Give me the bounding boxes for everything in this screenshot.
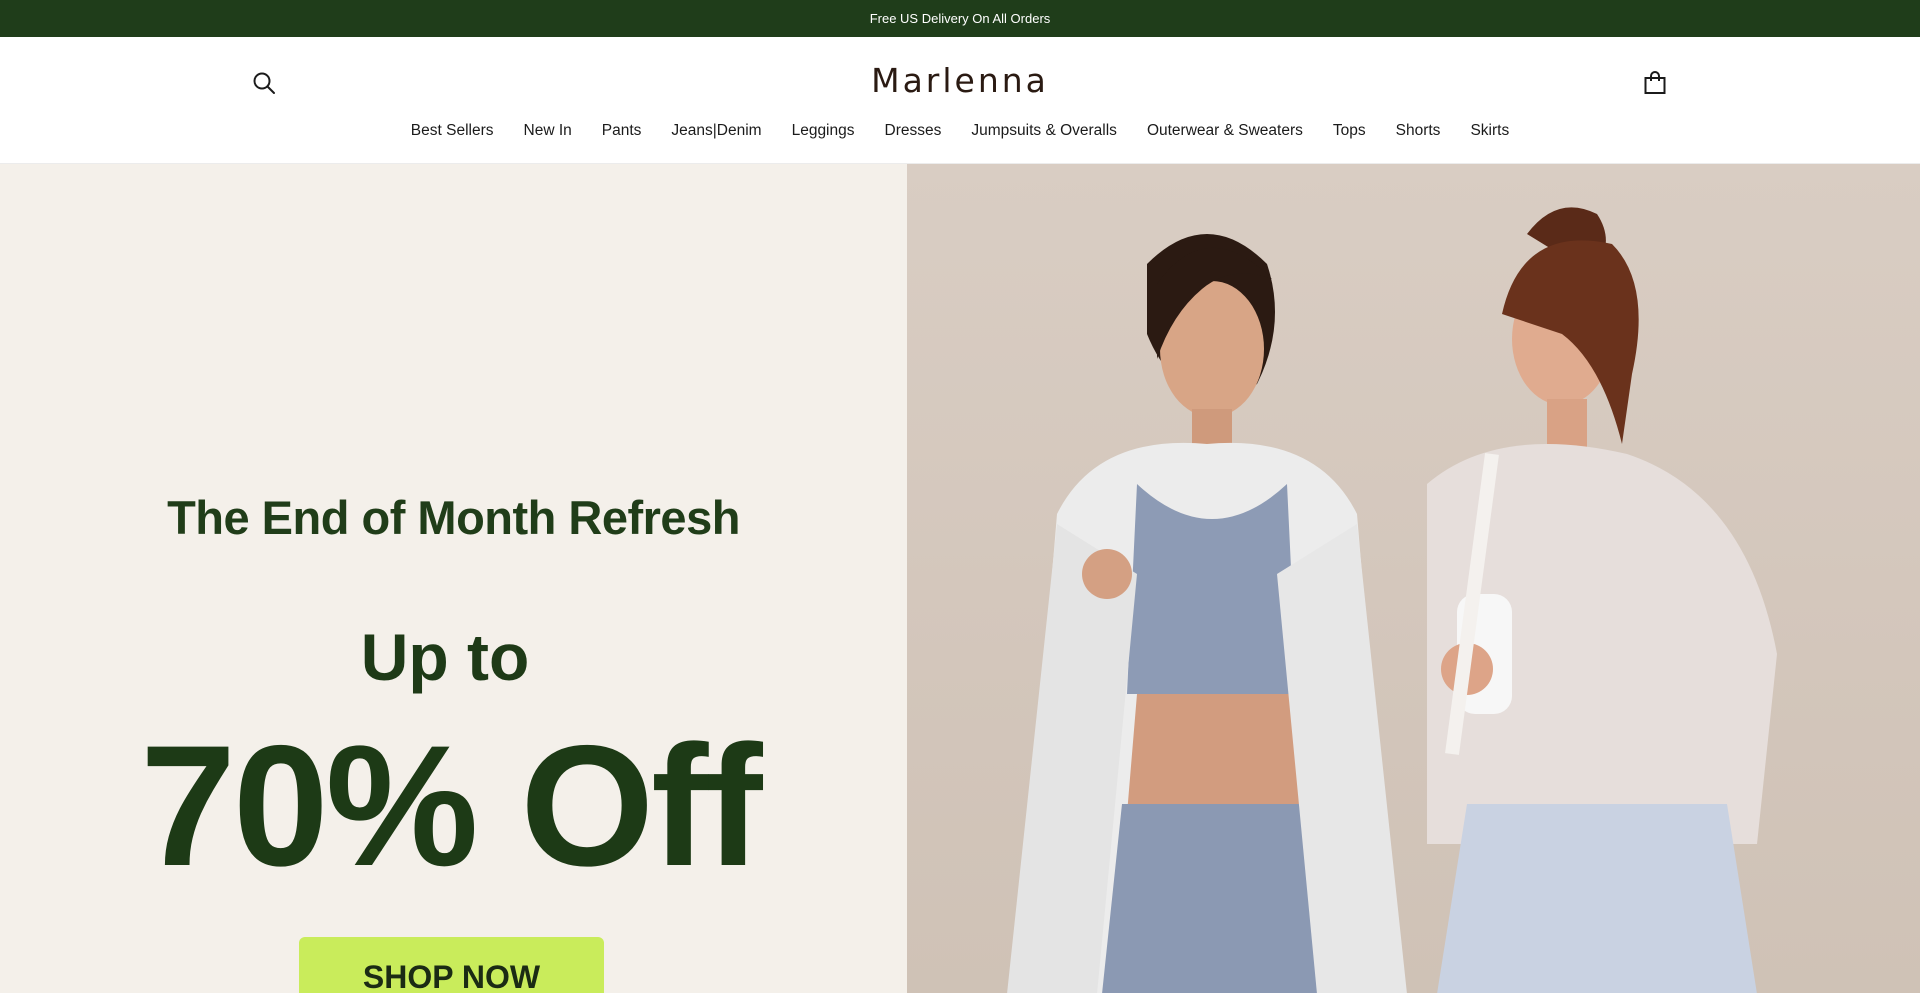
models-illustration [1007, 207, 1777, 993]
nav-item-new-in[interactable]: New In [524, 122, 572, 140]
hero-promo-panel: The End of Month Refresh Up to 70% Off S… [0, 164, 907, 993]
hero-image [907, 164, 1920, 993]
hero-banner[interactable]: The End of Month Refresh Up to 70% Off S… [0, 164, 1920, 993]
nav-item-shorts[interactable]: Shorts [1396, 122, 1441, 140]
announcement-bar: Free US Delivery On All Orders [0, 0, 1920, 37]
promo-upto: Up to [360, 620, 530, 694]
nav-item-jumpsuits-overalls[interactable]: Jumpsuits & Overalls [971, 122, 1117, 140]
nav-item-outerwear-sweaters[interactable]: Outerwear & Sweaters [1147, 122, 1303, 140]
announcement-text: Free US Delivery On All Orders [869, 11, 1051, 26]
nav-item-leggings[interactable]: Leggings [792, 122, 855, 140]
cart-button[interactable] [1640, 68, 1670, 98]
site-logo[interactable]: Marlenna [760, 61, 1160, 100]
nav-item-skirts[interactable]: Skirts [1470, 122, 1509, 140]
search-icon [253, 72, 275, 94]
nav-item-pants[interactable]: Pants [602, 122, 642, 140]
promo-title: The End of Month Refresh [167, 491, 740, 544]
main-nav: Best Sellers New In Pants Jeans|Denim Le… [0, 116, 1920, 146]
nav-item-jeans-denim[interactable]: Jeans|Denim [671, 122, 761, 140]
nav-item-dresses[interactable]: Dresses [885, 122, 942, 140]
site-header: Marlenna Best Sellers New In Pants Jeans… [0, 37, 1920, 164]
nav-item-best-sellers[interactable]: Best Sellers [411, 122, 494, 140]
shopping-bag-icon [1644, 71, 1666, 94]
promo-discount: 70% Off [140, 710, 762, 902]
shop-now-button[interactable]: SHOP NOW [299, 937, 604, 993]
search-button[interactable] [249, 68, 279, 98]
nav-item-tops[interactable]: Tops [1333, 122, 1366, 140]
